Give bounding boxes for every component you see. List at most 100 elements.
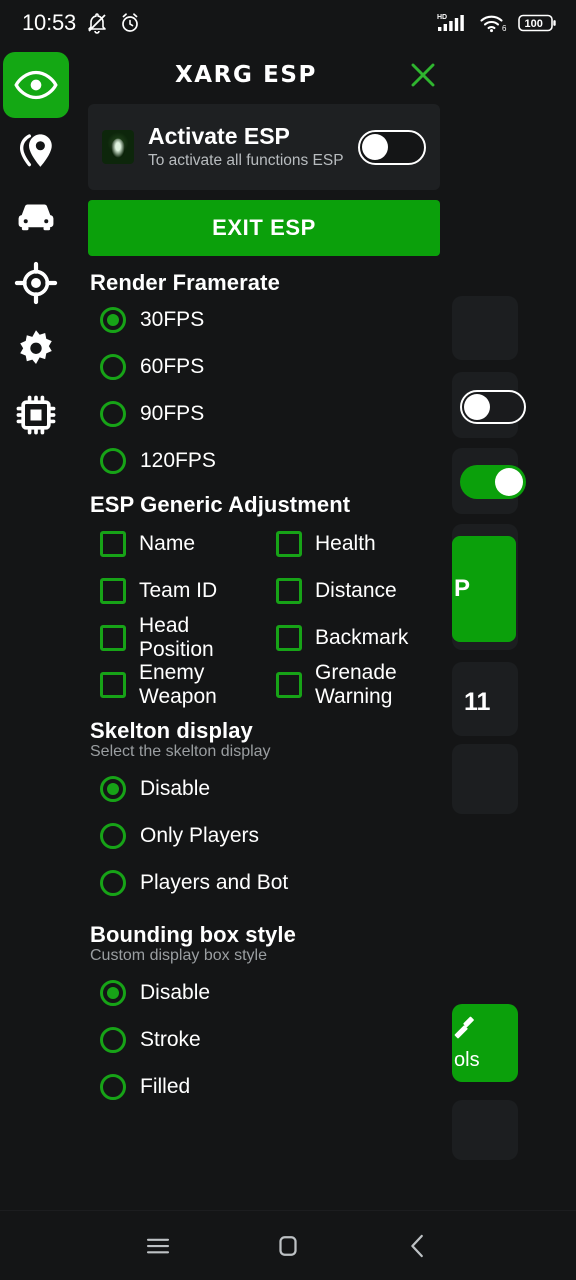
- checkbox-option-health[interactable]: Health: [264, 520, 440, 567]
- radio-indicator: [100, 306, 126, 333]
- radio-indicator: [100, 822, 126, 849]
- bg-partial-button[interactable]: P: [452, 536, 516, 642]
- location-pin-icon: [19, 134, 52, 167]
- wifi6-icon: 6: [480, 15, 507, 33]
- alarm-icon: [122, 13, 138, 32]
- radio-option-skelton-only-players[interactable]: Only Players: [88, 812, 440, 859]
- status-bar-left: 10:53: [22, 10, 142, 36]
- render-framerate-title: Render Framerate: [90, 270, 280, 295]
- skelton-display-subtitle: Select the skelton display: [90, 743, 271, 760]
- nav-back[interactable]: [353, 1211, 483, 1280]
- background-app-panel: P 11 ols: [452, 100, 576, 1210]
- back-icon: [411, 1234, 423, 1257]
- radio-option-120fps[interactable]: 120FPS: [88, 437, 440, 484]
- battery-icon: 100: [518, 14, 556, 32]
- skelton-display-section: Skelton display Select the skelton displ…: [88, 718, 440, 906]
- activate-esp-text: Activate ESP To activate all functions E…: [148, 122, 350, 171]
- checkbox-label: Enemy Weapon: [139, 661, 217, 708]
- sidebar-item-memory[interactable]: [0, 382, 72, 448]
- checkbox-option-backmark[interactable]: Backmark: [264, 614, 440, 661]
- radio-indicator: [100, 400, 126, 427]
- app-screen: P 11 ols 10:53 HD 6 100 XARG ESP Activat…: [0, 0, 576, 1280]
- checkbox-label: Grenade Warning: [315, 661, 397, 708]
- radio-option-skelton-disable[interactable]: Disable: [88, 765, 440, 812]
- radio-option-60fps[interactable]: 60FPS: [88, 343, 440, 390]
- nav-recents[interactable]: [93, 1211, 223, 1280]
- checkbox-option-distance[interactable]: Distance: [264, 567, 440, 614]
- bg-toggle-on[interactable]: [460, 465, 526, 499]
- eye-icon: [14, 70, 58, 100]
- status-bar: 10:53 HD 6 100: [0, 0, 576, 46]
- checkbox-indicator: [276, 530, 302, 557]
- wifi-generation-label: 6: [502, 24, 507, 33]
- radio-label: Players and Bot: [140, 870, 289, 894]
- bg-tools-label: ols: [454, 1048, 480, 1071]
- sidebar-item-esp[interactable]: [0, 52, 72, 118]
- hd-label: HD: [437, 14, 447, 21]
- checkbox-indicator: [100, 577, 126, 604]
- bg-card-1: [452, 296, 518, 360]
- checkbox-label: Distance: [315, 578, 397, 602]
- activate-esp-title: Activate ESP: [148, 122, 290, 149]
- checkbox-label: Health: [315, 531, 376, 555]
- sidebar-item-location[interactable]: [0, 118, 72, 184]
- radio-label: 30FPS: [140, 307, 205, 331]
- radio-option-30fps[interactable]: 30FPS: [88, 296, 440, 343]
- radio-indicator: [100, 775, 126, 802]
- checkbox-indicator: [100, 671, 126, 698]
- wrench-icon: [454, 1016, 474, 1038]
- bg-toggle-on-knob: [495, 468, 523, 496]
- radio-option-90fps[interactable]: 90FPS: [88, 390, 440, 437]
- bg-card-7: [452, 1100, 518, 1160]
- checkbox-option-team-id[interactable]: Team ID: [88, 567, 264, 614]
- checkbox-indicator: [276, 671, 302, 698]
- page-title: XARG ESP: [174, 62, 318, 88]
- android-nav-bar: [0, 1210, 576, 1280]
- radio-label: Stroke: [140, 1027, 201, 1051]
- bg-toggle-off[interactable]: [460, 390, 526, 424]
- radio-option-box-stroke[interactable]: Stroke: [88, 1016, 440, 1063]
- checkbox-label: Name: [139, 531, 196, 555]
- checkbox-option-grenade-warning[interactable]: Grenade Warning: [264, 661, 440, 708]
- radio-label: 120FPS: [140, 448, 216, 472]
- bounding-box-subtitle: Custom display box style: [90, 947, 267, 964]
- checkbox-indicator: [276, 577, 302, 604]
- exit-esp-button[interactable]: EXIT ESP: [88, 200, 440, 256]
- close-icon: [411, 63, 435, 87]
- sidebar-item-aim[interactable]: [0, 250, 72, 316]
- bg-toggle-off-knob: [464, 394, 490, 420]
- bg-partial-button-label: P: [454, 575, 471, 602]
- skelton-display-title: Skelton display: [90, 718, 253, 743]
- radio-label: Disable: [140, 980, 211, 1004]
- radio-indicator: [100, 1073, 126, 1100]
- checkbox-option-enemy-weapon[interactable]: Enemy Weapon: [88, 661, 264, 708]
- esp-panel: XARG ESP Activate ESP To activate all fu…: [76, 46, 452, 1210]
- radio-label: Filled: [140, 1074, 191, 1098]
- esp-generic-section: ESP Generic Adjustment Name Health Team …: [88, 492, 440, 708]
- gear-icon: [20, 330, 52, 365]
- checkbox-label: Head Position: [139, 614, 214, 661]
- radio-option-box-filled[interactable]: Filled: [88, 1063, 440, 1110]
- radio-label: 90FPS: [140, 401, 205, 425]
- radio-option-skelton-players-and-bot[interactable]: Players and Bot: [88, 859, 440, 906]
- radio-label: Disable: [140, 776, 211, 800]
- radio-indicator: [100, 353, 126, 380]
- bg-card-6: [452, 744, 518, 814]
- sidebar-item-vehicle[interactable]: [0, 184, 72, 250]
- sidebar-item-settings[interactable]: [0, 316, 72, 382]
- checkbox-option-name[interactable]: Name: [88, 520, 264, 567]
- bounding-box-title: Bounding box style: [90, 922, 296, 947]
- close-button[interactable]: [404, 56, 442, 94]
- bell-off-icon: [88, 13, 106, 34]
- esp-generic-grid: Name Health Team ID Distance Head Positi…: [88, 520, 440, 708]
- nav-home[interactable]: [223, 1211, 353, 1280]
- checkbox-label: Backmark: [315, 625, 409, 649]
- activate-esp-card[interactable]: Activate ESP To activate all functions E…: [88, 104, 440, 190]
- crosshair-icon: [14, 261, 58, 305]
- status-time: 10:53: [22, 10, 77, 35]
- activate-esp-toggle[interactable]: [358, 129, 426, 165]
- bg-tools-button[interactable]: ols: [452, 1004, 518, 1082]
- radio-option-box-disable[interactable]: Disable: [88, 969, 440, 1016]
- checkbox-option-head-position[interactable]: Head Position: [88, 614, 264, 661]
- render-framerate-section: Render Framerate 30FPS 60FPS 90FPS 120FP…: [88, 270, 440, 484]
